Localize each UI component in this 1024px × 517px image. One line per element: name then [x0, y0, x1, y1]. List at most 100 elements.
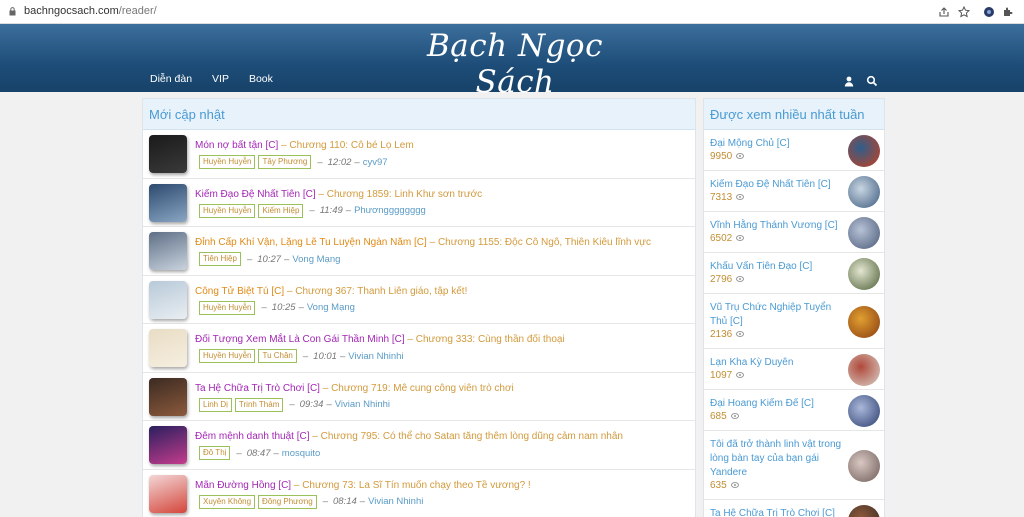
meta-separator: – — [345, 205, 352, 216]
chapter-link[interactable]: Chương 1859: Linh Khư sơn trước — [327, 189, 482, 200]
genre-tag[interactable]: Tiên Hiệp — [199, 252, 241, 266]
popular-book-avatar[interactable] — [848, 257, 880, 290]
genre-tag[interactable]: Kiếm Hiệp — [258, 203, 304, 218]
book-cover-thumbnail[interactable] — [149, 280, 187, 319]
uploader-link[interactable]: Vivian Nhinhi — [335, 399, 390, 410]
book-meta: Tiên Hiệp – 10:27 – Vong Mạng — [199, 252, 340, 266]
nav-forum[interactable]: Diễn đàn — [150, 73, 192, 85]
book-cover-thumbnail[interactable] — [149, 426, 187, 464]
popular-book-title[interactable]: Tôi đã trở thành linh vật trong lòng bàn… — [710, 438, 845, 480]
book-title-link[interactable]: Ta Hệ Chữa Trị Trò Chơi [C] — [195, 383, 320, 394]
chapter-link[interactable]: Chương 367: Thanh Liên giáo, tập kết! — [295, 286, 467, 297]
popular-item-4[interactable]: Khấu Vấn Tiên Đạo [C] 2796 — [704, 253, 884, 294]
meta-separator: – — [326, 399, 332, 410]
view-count: 9950 — [710, 151, 745, 162]
latest-row-2: Kiếm Đạo Đệ Nhất Tiên [C] – Chương 1859:… — [143, 179, 695, 227]
uploader-link[interactable]: Vong Mạng — [292, 254, 340, 265]
popular-item-7[interactable]: Đại Hoang Kiếm Đế [C] 685 — [704, 390, 884, 431]
star-icon[interactable] — [958, 6, 970, 18]
genre-tag[interactable]: Đông Phương — [258, 494, 317, 509]
chapter-link[interactable]: Chương 333: Cùng thần đối thoại — [416, 334, 565, 345]
uploader-link[interactable]: Vong Mạng — [307, 302, 355, 313]
popular-book-title[interactable]: Khấu Vấn Tiên Đạo [C] — [710, 260, 845, 274]
popular-item-8[interactable]: Tôi đã trở thành linh vật trong lòng bàn… — [704, 431, 884, 500]
book-cover-thumbnail[interactable] — [149, 474, 187, 513]
book-cover-thumbnail[interactable] — [149, 377, 187, 416]
url-text[interactable]: bachngocsach.com/reader/ — [24, 5, 157, 17]
book-title-link[interactable]: Đỉnh Cấp Khí Vận, Lặng Lẽ Tu Luyện Ngàn … — [195, 237, 427, 248]
latest-row-5: Đối Tượng Xem Mắt Là Con Gái Thần Minh [… — [143, 324, 695, 373]
book-cover-thumbnail[interactable] — [149, 183, 187, 222]
extension-avatar-icon[interactable] — [983, 6, 995, 18]
book-title-link[interactable]: Đêm mệnh danh thuật [C] — [195, 431, 310, 442]
book-title-link[interactable]: Mãn Đường Hồng [C] — [195, 480, 291, 491]
popular-item-9[interactable]: Ta Hệ Chữa Trị Trò Chơi [C] — [704, 500, 884, 517]
uploader-link[interactable]: Vivian Nhinhi — [348, 351, 403, 362]
book-title-link[interactable]: Công Tử Biệt Tú [C] — [195, 286, 284, 297]
url-path: /reader/ — [118, 5, 157, 17]
nav-vip[interactable]: VIP — [212, 73, 229, 85]
chapter-link[interactable]: Chương 795: Có thể cho Satan tăng thêm l… — [321, 431, 623, 442]
popular-book-title[interactable]: Đại Mộng Chủ [C] — [710, 137, 845, 151]
genre-tag[interactable]: Linh Dị — [199, 397, 232, 412]
genre-tag[interactable]: Huyền Huyễn — [199, 300, 256, 315]
title-separator: – — [278, 140, 290, 151]
book-meta: Huyền Huyễn Tây Phương – 12:02 – cyv97 — [199, 155, 388, 169]
chapter-link[interactable]: Chương 719: Mê cung công viên trò chơi — [331, 383, 514, 394]
popular-book-avatar[interactable] — [848, 449, 880, 482]
book-cover-thumbnail[interactable] — [149, 232, 187, 270]
popular-book-title[interactable]: Lạn Kha Kỳ Duyên — [710, 356, 845, 370]
popular-book-title[interactable]: Vĩnh Hằng Thánh Vương [C] — [710, 219, 845, 233]
popular-book-title[interactable]: Kiếm Đạo Đệ Nhất Tiên [C] — [710, 178, 845, 192]
uploader-link[interactable]: Phươngggggggg — [354, 205, 426, 216]
popular-book-title[interactable]: Đại Hoang Kiếm Đế [C] — [710, 397, 845, 411]
popular-book-avatar[interactable] — [848, 504, 880, 517]
genre-tag[interactable]: Xuyên Không — [199, 494, 256, 509]
book-title-link[interactable]: Đối Tượng Xem Mắt Là Con Gái Thần Minh [… — [195, 334, 405, 345]
popular-book-avatar[interactable] — [848, 134, 880, 167]
genre-tag[interactable]: Huyền Huyễn — [199, 155, 256, 169]
nav-book[interactable]: Book — [249, 73, 273, 85]
share-icon[interactable] — [938, 6, 950, 18]
update-time: 10:27 — [257, 253, 282, 265]
chapter-link[interactable]: Chương 110: Cô bé Lọ Lem — [289, 140, 413, 151]
popular-book-title[interactable]: Ta Hệ Chữa Trị Trò Chơi [C] — [710, 507, 845, 517]
browser-address-bar[interactable]: bachngocsach.com/reader/ — [0, 0, 1024, 24]
popular-book-avatar[interactable] — [848, 305, 880, 338]
genre-tag[interactable]: Huyền Huyễn — [199, 349, 256, 363]
popular-item-6[interactable]: Lạn Kha Kỳ Duyên 1097 — [704, 349, 884, 390]
user-icon[interactable] — [843, 75, 855, 87]
genre-tag[interactable]: Tây Phương — [258, 155, 312, 169]
book-cover-thumbnail[interactable] — [149, 329, 187, 367]
chapter-link[interactable]: Chương 73: La Sĩ Tín muốn chạy theo Tề v… — [302, 480, 531, 491]
popular-item-1[interactable]: Đại Mộng Chủ [C] 9950 — [704, 130, 884, 171]
popular-book-avatar[interactable] — [848, 394, 880, 427]
popular-item-3[interactable]: Vĩnh Hằng Thánh Vương [C] 6502 — [704, 212, 884, 253]
uploader-link[interactable]: cyv97 — [363, 157, 388, 168]
site-logo[interactable]: Bạch Ngọc Sách — [420, 28, 610, 100]
popular-item-5[interactable]: Vũ Trụ Chức Nghiệp Tuyển Thủ [C] 2136 — [704, 294, 884, 349]
genre-tag[interactable]: Đô Thị — [199, 446, 231, 460]
update-time: 11:49 — [319, 205, 343, 216]
view-count: 2136 — [710, 329, 745, 340]
genre-tag[interactable]: Huyền Huyễn — [199, 203, 256, 218]
meta-separator: – — [284, 253, 290, 265]
popular-book-avatar[interactable] — [848, 216, 880, 249]
update-time: 10:25 — [271, 302, 296, 313]
genre-tag[interactable]: Trinh Thám — [234, 397, 284, 412]
search-icon[interactable] — [866, 75, 878, 87]
book-cover-thumbnail[interactable] — [149, 135, 187, 173]
uploader-link[interactable]: mosquito — [282, 448, 321, 459]
popular-week-title: Được xem nhiều nhất tuần — [704, 99, 884, 130]
popular-book-avatar[interactable] — [848, 353, 880, 386]
book-title-link[interactable]: Món nợ bất tận [C] — [195, 140, 278, 151]
chapter-link[interactable]: Chương 1155: Độc Cô Ngô, Thiên Kiêu lĩnh… — [438, 237, 651, 248]
popular-book-title[interactable]: Vũ Trụ Chức Nghiệp Tuyển Thủ [C] — [710, 301, 845, 329]
book-title-link[interactable]: Kiếm Đạo Đệ Nhất Tiên [C] — [195, 189, 316, 200]
popular-item-2[interactable]: Kiếm Đạo Đệ Nhất Tiên [C] 7313 — [704, 171, 884, 212]
uploader-link[interactable]: Vivian Nhinhi — [368, 496, 423, 507]
genre-tag[interactable]: Tu Chân — [258, 349, 297, 363]
popular-book-avatar[interactable] — [848, 175, 880, 208]
view-count: 7313 — [710, 192, 745, 203]
puzzle-icon[interactable] — [1002, 6, 1014, 18]
